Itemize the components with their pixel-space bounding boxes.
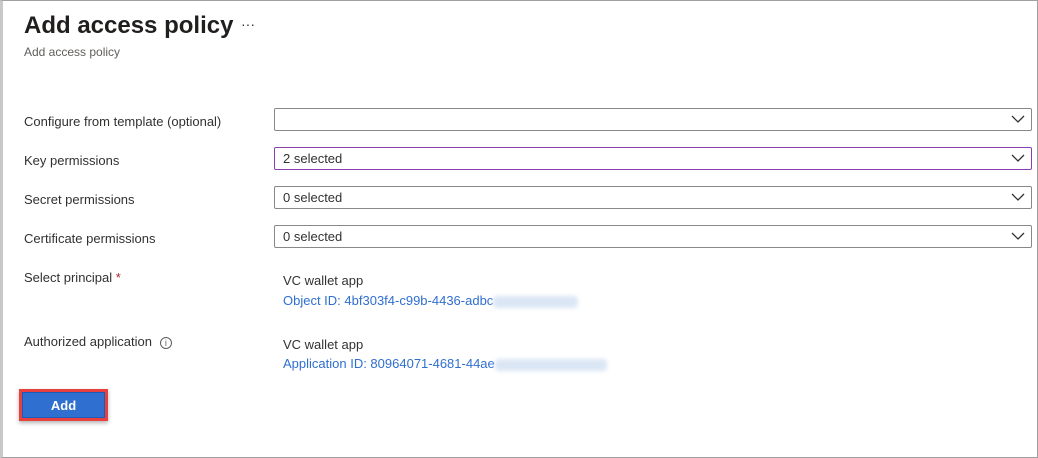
application-id-link[interactable]: Application ID: 80964071-4681-44ae [283, 356, 607, 371]
redacted-id [493, 295, 579, 308]
chevron-down-icon [1011, 232, 1025, 240]
application-id: Application ID: 80964071-4681-44ae [283, 356, 495, 371]
application-name: VC wallet app [283, 337, 364, 352]
page-title: Add access policy [24, 12, 234, 39]
required-marker: * [115, 270, 121, 285]
add-button[interactable]: Add [22, 392, 105, 418]
add-button-highlight: Add [19, 389, 108, 421]
secret-permissions-label: Secret permissions [24, 192, 135, 207]
certificate-permissions-value: 0 selected [283, 229, 343, 244]
key-permissions-value: 2 selected [283, 151, 343, 166]
select-principal-label: Select principal * [24, 270, 121, 285]
chevron-down-icon [1011, 154, 1025, 162]
template-dropdown[interactable] [274, 108, 1032, 131]
principal-name: VC wallet app [283, 273, 364, 288]
redacted-id [494, 358, 607, 371]
principal-object-id: Object ID: 4bf303f4-c99b-4436-adbc [283, 293, 494, 308]
authorized-application-label: Authorized application i [24, 334, 172, 349]
info-icon[interactable]: i [159, 337, 172, 349]
key-permissions-dropdown[interactable]: 2 selected [274, 147, 1032, 170]
select-principal-text: Select principal [24, 270, 113, 285]
principal-object-id-link[interactable]: Object ID: 4bf303f4-c99b-4436-adbc [283, 293, 579, 308]
certificate-permissions-dropdown[interactable]: 0 selected [274, 225, 1032, 248]
secret-permissions-dropdown[interactable]: 0 selected [274, 186, 1032, 209]
chevron-down-icon [1011, 193, 1025, 201]
secret-permissions-value: 0 selected [283, 190, 343, 205]
page-subtitle: Add access policy [24, 45, 121, 59]
authorized-application-text: Authorized application [24, 334, 152, 349]
certificate-permissions-label: Certificate permissions [24, 231, 156, 246]
template-label: Configure from template (optional) [24, 114, 222, 129]
key-permissions-label: Key permissions [24, 153, 120, 168]
chevron-down-icon [1011, 115, 1025, 123]
more-options-button[interactable]: ··· [241, 16, 255, 32]
